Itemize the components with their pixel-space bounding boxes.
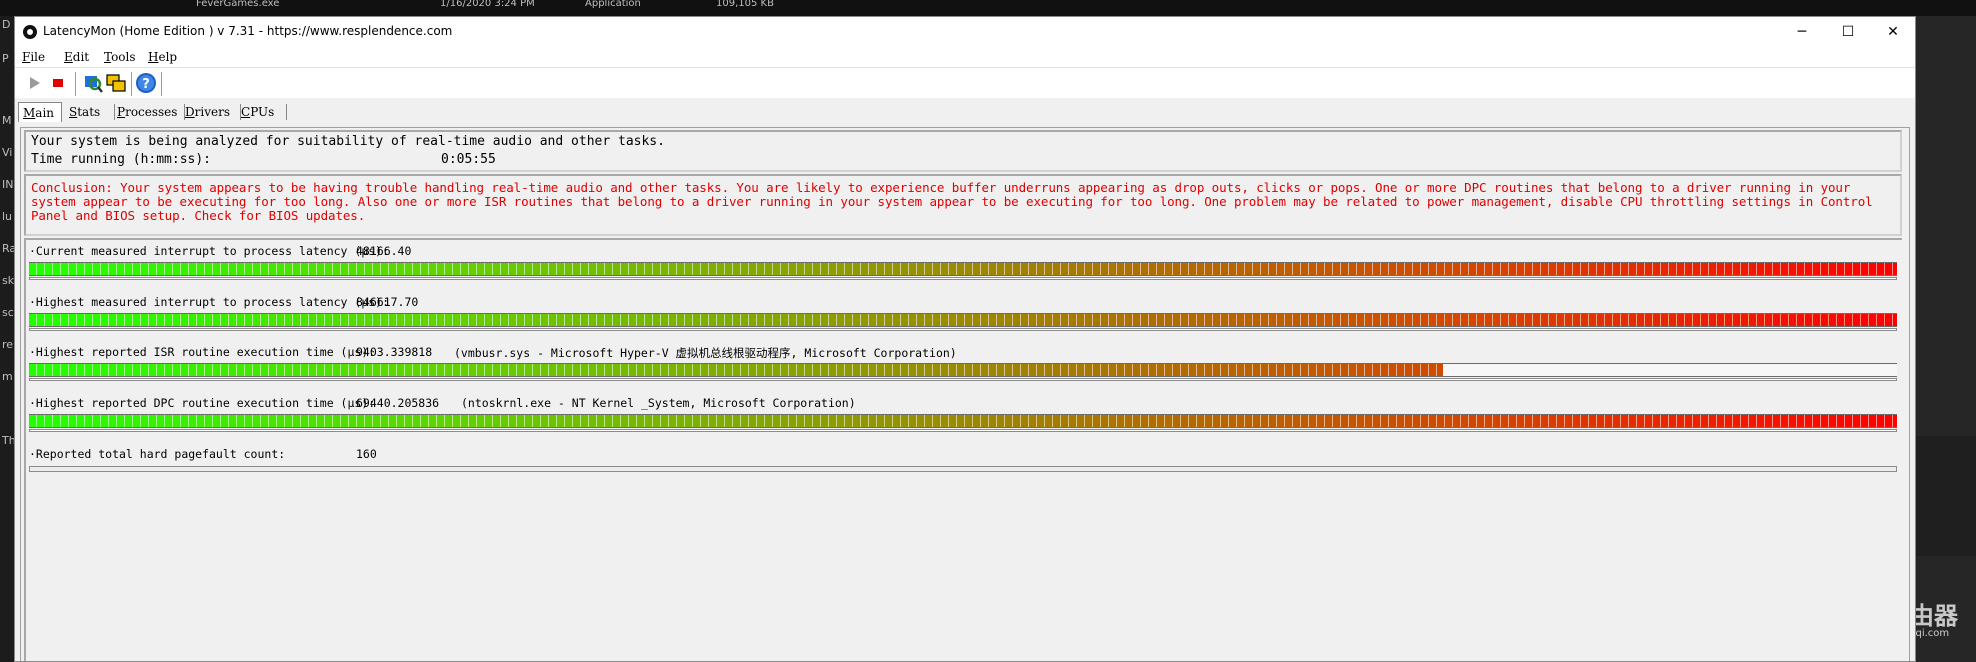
conclusion-panel: Conclusion: Your system appears to be ha… [24,174,1902,236]
background-date: 1/16/2020 3:24 PM [440,0,535,9]
background-letter: sc [2,306,14,319]
tab-label: rivers [194,105,230,119]
toolbar-separator [161,72,162,96]
highest-isr-driver: (vmbusr.sys - Microsoft Hyper-V 虚拟机总线根驱动… [454,346,957,360]
metrics-panel: ·Current measured interrupt to process l… [24,238,1902,661]
main-tab-content: Your system is being analyzed for suitab… [20,127,1910,661]
background-letter: P [2,52,9,65]
highest-dpc-bar-underline [29,429,1897,432]
close-button[interactable]: ✕ [1870,17,1915,47]
menu-tools[interactable]: Tools [104,50,136,64]
highest-isr-value: 9403.339818 [356,345,433,359]
title-bar[interactable]: LatencyMon (Home Edition ) v 7.31 - http… [15,17,1915,47]
current-latency-bar-underline [29,277,1897,280]
current-latency-bar-fill [29,263,1897,275]
tab-cpus[interactable]: CPUs [237,102,287,122]
stop-icon[interactable] [47,72,69,94]
tab-drivers[interactable]: Drivers [181,102,241,122]
analysis-status-text: Your system is being analyzed for suitab… [31,134,665,149]
current-latency-bar [29,262,1897,276]
menu-bar: File Edit Tools Help [15,47,1915,67]
menu-mnemonic: E [64,50,73,64]
help-icon[interactable]: ? [135,72,157,94]
highest-latency-bar-underline [29,328,1897,331]
tab-processes[interactable]: Processes [113,102,185,122]
tab-main[interactable]: Main [18,102,62,122]
highest-isr-label: ·Highest reported ISR routine execution … [29,345,376,359]
background-right-strip [1916,16,1976,662]
background-letter: D [2,18,11,31]
time-running-value: 0:05:55 [441,152,496,167]
menu-mnemonic: H [148,50,159,64]
background-letter: Vi [2,146,13,159]
pagefault-label: ·Reported total hard pagefault count: [29,447,286,461]
menu-help[interactable]: Help [148,50,177,64]
highest-latency-bar-fill [29,314,1897,326]
background-size: 109,105 KB [716,0,774,9]
background-letter: IN [2,178,14,191]
highest-latency-label: ·Highest measured interrupt to process l… [29,295,390,309]
tab-mnemonic: D [185,105,195,119]
current-latency-label: ·Current measured interrupt to process l… [29,244,390,258]
menu-label: ile [30,50,46,64]
app-icon [23,25,37,39]
play-icon[interactable] [23,72,45,94]
background-left-strip: D P M Vi IN lu Ra sk sc re m Th [0,16,16,662]
minimize-button[interactable]: ─ [1779,17,1825,47]
tab-mnemonic: P [117,105,126,119]
pagefault-value: 160 [356,447,377,461]
highest-latency-bar [29,313,1897,327]
highest-dpc-label: ·Highest reported DPC routine execution … [29,396,376,410]
status-panel: Your system is being analyzed for suitab… [24,130,1902,172]
highest-dpc-driver: (ntoskrnl.exe - NT Kernel _System, Micro… [461,396,856,410]
tab-label: rocesses [125,105,178,119]
menu-edit[interactable]: Edit [64,50,89,64]
highest-dpc-value: 69440.205836 [356,396,440,410]
tab-stats[interactable]: Stats [65,102,115,122]
highest-isr-bar [29,363,1897,377]
tab-label: tats [77,105,101,119]
background-letter: sk [2,274,15,287]
tab-label: ain [35,106,55,120]
menu-file[interactable]: File [22,50,45,64]
analyze-icon[interactable] [81,72,103,94]
maximize-button[interactable]: ☐ [1825,17,1871,47]
time-running-label: Time running (h:mm:ss): [31,152,212,167]
background-file-list-row: FeverGames.exe 1/16/2020 3:24 PM Applica… [0,0,1976,16]
toolbar-separator [75,72,76,96]
toolbar-separator [131,72,132,96]
menu-label: ools [111,50,136,64]
tab-label: PUs [250,105,275,119]
menu-label: elp [158,50,178,64]
pagefault-bar [29,466,1897,472]
highest-isr-bar-underline [29,378,1897,381]
conclusion-text: Conclusion: Your system appears to be ha… [31,180,1873,223]
tab-mnemonic: S [69,105,78,119]
background-letter: re [2,338,14,351]
tab-mnemonic: C [241,105,251,119]
highest-latency-value: 846617.70 [356,295,419,309]
tab-bar: Main Stats Processes Drivers CPUs [15,99,1915,123]
highest-isr-bar-fill [29,364,1444,376]
window-title: LatencyMon (Home Edition ) v 7.31 - http… [43,24,453,38]
background-letter: m [2,370,13,383]
windows-icon[interactable] [105,72,127,94]
background-type: Application [585,0,641,9]
tab-mnemonic: M [23,106,36,120]
highest-dpc-bar-fill [29,415,1897,427]
latencymon-window: LatencyMon (Home Edition ) v 7.31 - http… [14,16,1916,662]
current-latency-value: 48166.40 [356,244,412,258]
toolbar: ? [15,67,1915,98]
menu-label: dit [72,50,90,64]
highest-dpc-bar [29,414,1897,428]
svg-text:?: ? [142,77,150,92]
background-letter: lu [2,210,13,223]
background-letter: M [2,114,12,127]
background-filename: FeverGames.exe [196,0,280,9]
